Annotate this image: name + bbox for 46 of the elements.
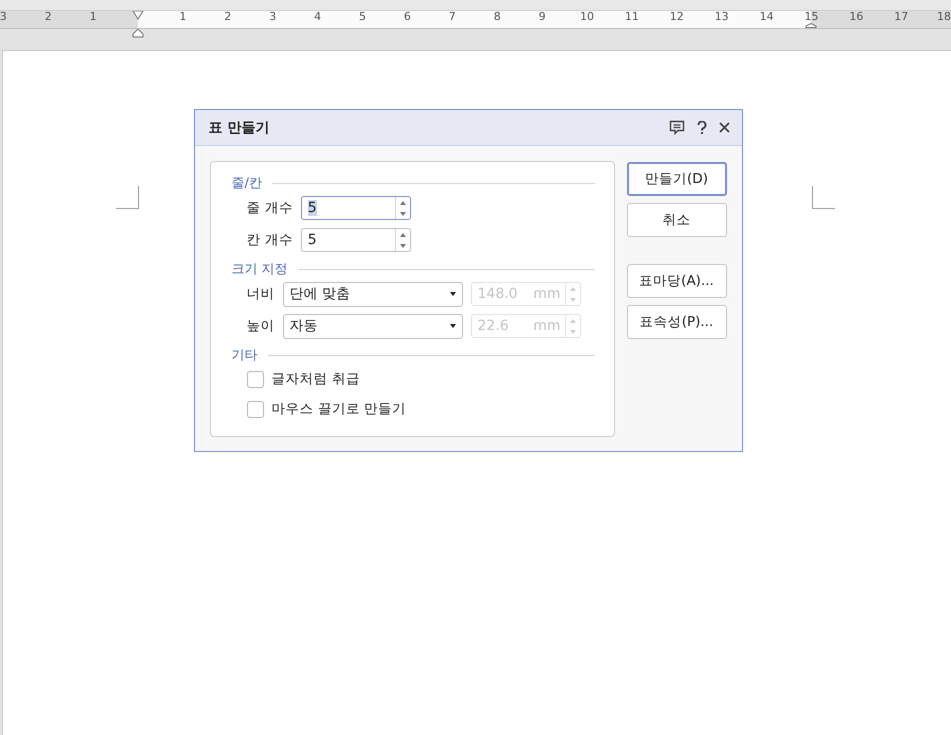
ruler-number: 2	[224, 11, 232, 23]
dropdown-arrow-icon[interactable]	[450, 292, 456, 296]
dialog-title: 표 만들기	[208, 118, 270, 136]
number-input[interactable]: 5	[300, 196, 411, 220]
ruler-number: 8	[494, 11, 501, 23]
ruler-number: 9	[538, 11, 546, 23]
ruler-number: 3	[0, 11, 7, 23]
dialog-button[interactable]: 표마당(A)...	[626, 264, 726, 298]
crop-mark	[116, 186, 139, 209]
ruler-number: 12	[670, 11, 684, 23]
comment-icon[interactable]	[668, 120, 684, 135]
ruler-number: 3	[269, 11, 276, 23]
crop-mark	[812, 186, 835, 209]
checkbox-label: 글자처럼 취급	[272, 370, 360, 388]
ruler-number: 2	[44, 11, 52, 23]
section-title: 기타	[232, 347, 258, 364]
number-input[interactable]: 5	[300, 228, 411, 252]
ruler-number: 15	[804, 11, 818, 23]
section-title: 크기 지정	[232, 261, 288, 278]
help-icon[interactable]	[696, 120, 706, 134]
ruler-number: 7	[448, 11, 456, 23]
checkbox[interactable]	[246, 370, 264, 388]
ruler-number: 11	[624, 11, 639, 23]
ruler-number: 1	[179, 11, 186, 23]
checkbox-label: 마우스 끌기로 만들기	[272, 400, 406, 418]
field-label: 높이	[246, 317, 274, 335]
ruler-number: 1	[90, 11, 97, 23]
ruler-number: 17	[894, 11, 908, 23]
ruler-number: 4	[314, 11, 322, 23]
dialog-button[interactable]: 표속성(P)...	[626, 305, 726, 339]
ruler-number: 10	[580, 11, 594, 23]
ruler-number: 6	[404, 11, 411, 23]
ruler-number: 5	[359, 11, 366, 23]
section-title: 줄/칸	[232, 175, 262, 192]
ruler-number: 14	[760, 11, 774, 23]
close-icon[interactable]	[718, 122, 730, 133]
ruler-number: 13	[714, 11, 729, 23]
dialog-button[interactable]: 만들기(D)	[626, 162, 726, 196]
field-label: 너비	[246, 285, 274, 303]
field-label: 줄 개수	[246, 199, 293, 217]
dropdown-arrow-icon[interactable]	[450, 324, 456, 328]
dialog-button[interactable]: 취소	[626, 203, 726, 237]
field-label: 칸 개수	[246, 231, 293, 249]
ruler-number: 16	[849, 11, 864, 23]
ruler-number: 18	[937, 11, 951, 23]
checkbox[interactable]	[246, 400, 264, 418]
